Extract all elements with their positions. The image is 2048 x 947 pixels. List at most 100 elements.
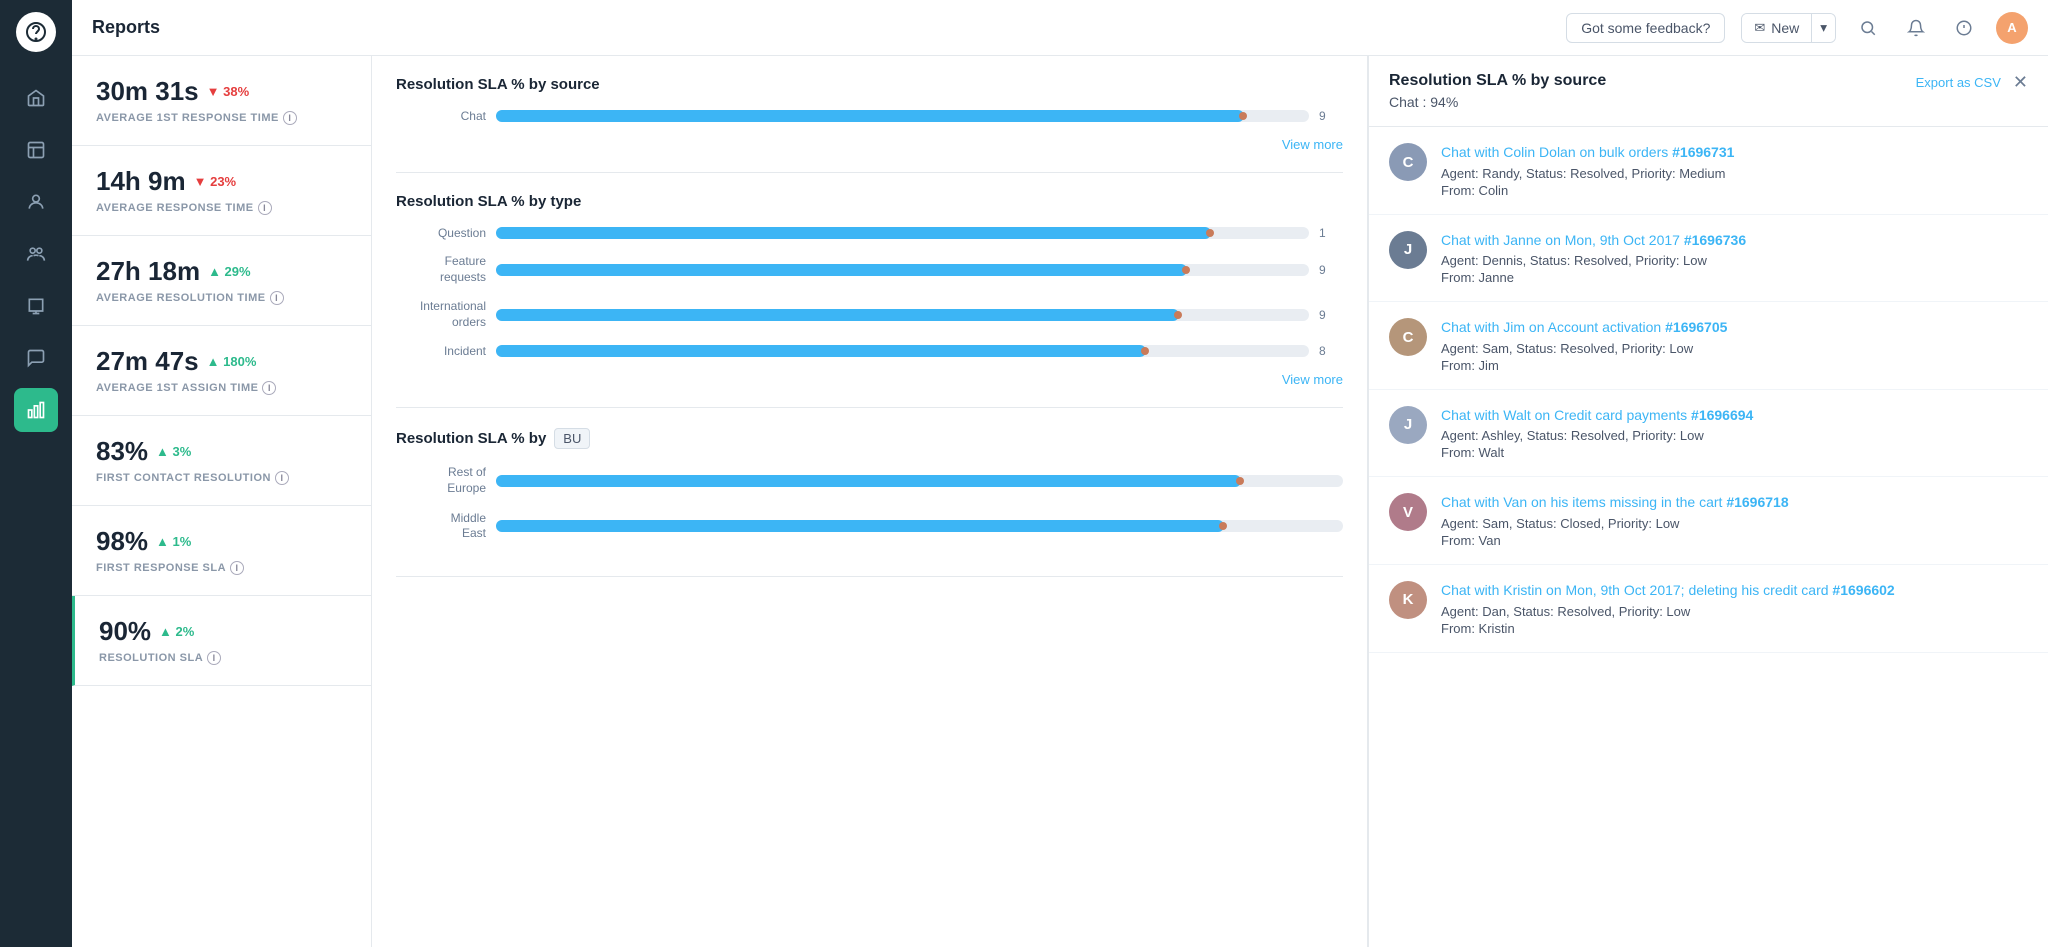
metric-change-2: ▲ 29% xyxy=(208,264,251,279)
bar-label-question: Question xyxy=(396,226,486,240)
metric-change-6: ▲ 2% xyxy=(159,624,194,639)
conversation-item-0[interactable]: C Chat with Colin Dolan on bulk orders #… xyxy=(1369,127,2048,215)
metric-value-2: 27h 18m ▲ 29% xyxy=(96,256,347,287)
chart-source-title: Resolution SLA % by source xyxy=(396,76,1343,93)
detail-title: Resolution SLA % by source xyxy=(1389,72,1606,90)
app-logo[interactable] xyxy=(16,12,56,52)
conv-from-0: From: Colin xyxy=(1441,183,2028,198)
conv-avatar-1: J xyxy=(1389,231,1427,269)
sidebar-item-home[interactable] xyxy=(14,76,58,120)
bar-fill-feature xyxy=(496,264,1187,276)
chart-type-section: Resolution SLA % by type Question 1 Feat… xyxy=(396,193,1343,408)
conv-title-3: Chat with Walt on Credit card payments #… xyxy=(1441,406,2028,426)
conv-avatar-4: V xyxy=(1389,493,1427,531)
detail-subtitle: Chat : 94% xyxy=(1389,94,1606,110)
new-dropdown-button[interactable]: ▾ xyxy=(1812,14,1835,42)
bar-track-intl xyxy=(496,309,1309,321)
info-icon-3[interactable]: i xyxy=(262,381,276,395)
conv-content-3: Chat with Walt on Credit card payments #… xyxy=(1441,406,2028,461)
conversation-item-4[interactable]: V Chat with Van on his items missing in … xyxy=(1369,477,2048,565)
conv-meta-2: Agent: Sam, Status: Resolved, Priority: … xyxy=(1441,341,2028,356)
email-icon: ✉ xyxy=(1754,20,1765,36)
metric-value-6: 90% ▲ 2% xyxy=(99,616,347,647)
conv-meta-5: Agent: Dan, Status: Resolved, Priority: … xyxy=(1441,604,2028,619)
bar-track-incident xyxy=(496,345,1309,357)
sidebar-item-inbox[interactable] xyxy=(14,128,58,172)
detail-header: Resolution SLA % by source Chat : 94% Ex… xyxy=(1369,56,2048,127)
conv-avatar-0: C xyxy=(1389,143,1427,181)
chart-bu-filter[interactable]: BU xyxy=(554,428,590,449)
conversation-item-1[interactable]: J Chat with Janne on Mon, 9th Oct 2017 #… xyxy=(1369,215,2048,303)
info-icon-5[interactable]: i xyxy=(230,561,244,575)
conv-from-5: From: Kristin xyxy=(1441,621,2028,636)
conv-from-2: From: Jim xyxy=(1441,358,2028,373)
bar-row-incident: Incident 8 xyxy=(396,344,1343,358)
sidebar-item-contacts[interactable] xyxy=(14,180,58,224)
conv-content-0: Chat with Colin Dolan on bulk orders #16… xyxy=(1441,143,2028,198)
export-csv-button[interactable]: Export as CSV xyxy=(1916,75,2001,90)
conversation-item-5[interactable]: K Chat with Kristin on Mon, 9th Oct 2017… xyxy=(1369,565,2048,653)
conv-title-2: Chat with Jim on Account activation #169… xyxy=(1441,318,2028,338)
conv-content-5: Chat with Kristin on Mon, 9th Oct 2017; … xyxy=(1441,581,2028,636)
bar-value-incident: 8 xyxy=(1319,344,1343,358)
metric-card-0[interactable]: 30m 31s ▼ 38% AVERAGE 1ST RESPONSE TIME … xyxy=(72,56,371,146)
close-detail-button[interactable]: ✕ xyxy=(2013,72,2028,93)
info-icon-1[interactable]: i xyxy=(258,201,272,215)
conv-from-1: From: Janne xyxy=(1441,270,2028,285)
metric-value-4: 83% ▲ 3% xyxy=(96,436,347,467)
metric-card-1[interactable]: 14h 9m ▼ 23% AVERAGE RESPONSE TIME i xyxy=(72,146,371,236)
bar-value-feature: 9 xyxy=(1319,263,1343,277)
new-button[interactable]: ✉ New xyxy=(1742,14,1811,42)
bar-track-question xyxy=(496,227,1309,239)
chart-bu-header: Resolution SLA % by BU xyxy=(396,428,1343,449)
bar-value-intl: 9 xyxy=(1319,308,1343,322)
conversation-item-2[interactable]: C Chat with Jim on Account activation #1… xyxy=(1369,302,2048,390)
conv-content-1: Chat with Janne on Mon, 9th Oct 2017 #16… xyxy=(1441,231,2028,286)
view-more-type[interactable]: View more xyxy=(396,372,1343,387)
bar-row-rest-europe: Rest ofEurope xyxy=(396,465,1343,496)
conv-meta-1: Agent: Dennis, Status: Resolved, Priorit… xyxy=(1441,253,2028,268)
sidebar xyxy=(0,0,72,947)
search-button[interactable] xyxy=(1852,12,1884,44)
conversation-list: C Chat with Colin Dolan on bulk orders #… xyxy=(1369,127,2048,947)
feedback-icon-button[interactable] xyxy=(1948,12,1980,44)
bar-label-intl: Internationalorders xyxy=(396,299,486,330)
metrics-panel: 30m 31s ▼ 38% AVERAGE 1ST RESPONSE TIME … xyxy=(72,56,372,947)
sidebar-item-teams[interactable] xyxy=(14,232,58,276)
metric-change-3: ▲ 180% xyxy=(207,354,257,369)
metric-value-1: 14h 9m ▼ 23% xyxy=(96,166,347,197)
info-icon-6[interactable]: i xyxy=(207,651,221,665)
metric-card-6[interactable]: 90% ▲ 2% RESOLUTION SLA i xyxy=(72,596,371,686)
conv-meta-3: Agent: Ashley, Status: Resolved, Priorit… xyxy=(1441,428,2028,443)
detail-header-actions: Export as CSV ✕ xyxy=(1916,72,2028,93)
sidebar-item-knowledge[interactable] xyxy=(14,284,58,328)
info-icon-4[interactable]: i xyxy=(275,471,289,485)
conv-title-4: Chat with Van on his items missing in th… xyxy=(1441,493,2028,513)
metric-change-1: ▼ 23% xyxy=(194,174,237,189)
metric-label-3: AVERAGE 1ST ASSIGN TIME i xyxy=(96,381,347,395)
view-more-source[interactable]: View more xyxy=(396,137,1343,152)
bar-fill-incident xyxy=(496,345,1146,357)
bar-row-question: Question 1 xyxy=(396,226,1343,240)
conv-title-1: Chat with Janne on Mon, 9th Oct 2017 #16… xyxy=(1441,231,2028,251)
info-icon-0[interactable]: i xyxy=(283,111,297,125)
feedback-button[interactable]: Got some feedback? xyxy=(1566,13,1725,43)
metric-label-6: RESOLUTION SLA i xyxy=(99,651,347,665)
metric-card-3[interactable]: 27m 47s ▲ 180% AVERAGE 1ST ASSIGN TIME i xyxy=(72,326,371,416)
sidebar-item-conversations[interactable] xyxy=(14,336,58,380)
conv-title-5: Chat with Kristin on Mon, 9th Oct 2017; … xyxy=(1441,581,2028,601)
conv-avatar-2: C xyxy=(1389,318,1427,356)
metric-value-0: 30m 31s ▼ 38% xyxy=(96,76,347,107)
bar-label-incident: Incident xyxy=(396,344,486,358)
sidebar-item-reports[interactable] xyxy=(14,388,58,432)
bar-fill-chat xyxy=(496,110,1244,122)
conversation-item-3[interactable]: J Chat with Walt on Credit card payments… xyxy=(1369,390,2048,478)
notifications-button[interactable] xyxy=(1900,12,1932,44)
metric-card-4[interactable]: 83% ▲ 3% FIRST CONTACT RESOLUTION i xyxy=(72,416,371,506)
info-icon-2[interactable]: i xyxy=(270,291,284,305)
bar-track-chat xyxy=(496,110,1309,122)
conv-content-4: Chat with Van on his items missing in th… xyxy=(1441,493,2028,548)
metric-card-2[interactable]: 27h 18m ▲ 29% AVERAGE RESOLUTION TIME i xyxy=(72,236,371,326)
user-avatar[interactable]: A xyxy=(1996,12,2028,44)
metric-card-5[interactable]: 98% ▲ 1% FIRST RESPONSE SLA i xyxy=(72,506,371,596)
